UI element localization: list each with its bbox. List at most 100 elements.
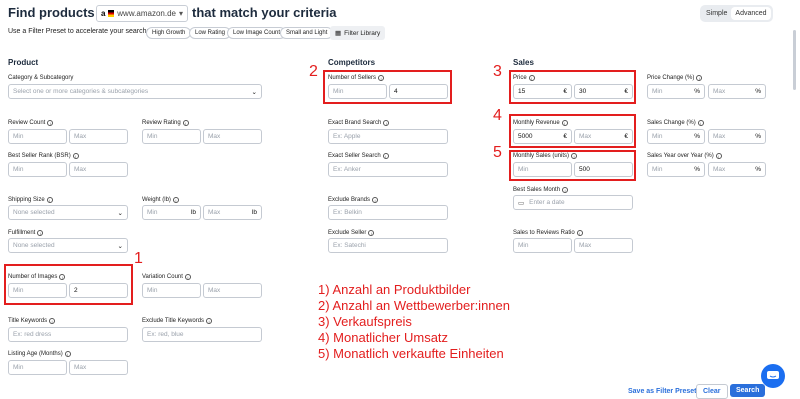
exclude-seller-input[interactable]: Ex: Satechi [328, 238, 448, 253]
info-icon: i [561, 120, 568, 126]
num-sellers-min[interactable]: Min [328, 84, 387, 99]
sales-yoy-max[interactable]: Max% [708, 162, 766, 177]
unit-eur: € [624, 88, 628, 95]
chevron-down-icon: ⌄ [117, 242, 123, 250]
exact-seller-input[interactable]: Ex: Anker [328, 162, 448, 177]
marketplace-select[interactable]: a www.amazon.de ▾ [96, 5, 188, 22]
sales-change-max-placeholder: Max [713, 133, 726, 140]
sales-reviews-min[interactable]: Min [513, 238, 572, 253]
monthly-revenue-min[interactable]: 5000 € [513, 129, 572, 144]
preset-chip-low-rating[interactable]: Low Rating [189, 27, 232, 39]
info-icon: i [37, 230, 44, 236]
exact-brand-input[interactable]: Ex: Apple [328, 129, 448, 144]
unit-pct: % [694, 166, 700, 173]
review-count-min[interactable]: Min [8, 129, 67, 144]
exclude-brands-label: Exclude Brands i [328, 197, 379, 203]
sales-change-label: Sales Change (%) i [647, 120, 704, 126]
mode-simple-tab[interactable]: Simple [702, 7, 731, 20]
chevron-down-icon: ⌄ [117, 209, 123, 217]
mode-advanced-tab[interactable]: Advanced [731, 7, 771, 20]
info-icon: i [571, 153, 578, 159]
preset-chip-small-light[interactable]: Small and Light [280, 27, 334, 39]
sales-reviews-max[interactable]: Max [574, 238, 633, 253]
exclude-seller-label: Exclude Seller i [328, 230, 375, 236]
monthly-revenue-max[interactable]: Max € [574, 129, 633, 144]
chat-widget[interactable] [761, 364, 785, 388]
info-icon: i [172, 197, 179, 203]
annotation-note: 2) Anzahl an Wettbewerber:innen [318, 298, 510, 313]
fulfillment-select[interactable]: None selected ⌄ [8, 238, 128, 253]
save-preset-button[interactable]: Save as Filter Preset [628, 388, 697, 395]
info-icon: i [72, 153, 79, 159]
listing-age-label: Listing Age (Months) i [8, 351, 71, 357]
price-change-max[interactable]: Max% [708, 84, 766, 99]
search-button[interactable]: Search [730, 384, 766, 397]
filter-library-label: Filter Library [344, 29, 381, 37]
sales-change-min-placeholder: Min [652, 133, 663, 140]
sales-change-max[interactable]: Max% [708, 129, 766, 144]
price-max[interactable]: 30 € [574, 84, 633, 99]
monthly-sales-max[interactable]: 500 [574, 162, 633, 177]
category-label-text: Category & Subcategory [8, 75, 74, 81]
listing-age-max[interactable]: Max [69, 360, 128, 375]
preset-chip-low-image-count[interactable]: Low Image Count [227, 27, 287, 39]
shipping-size-text: Shipping Size [8, 197, 45, 203]
exact-brand-label: Exact Brand Search i [328, 120, 390, 126]
review-count-max[interactable]: Max [69, 129, 128, 144]
info-icon: i [206, 318, 213, 324]
unit-eur: € [624, 133, 628, 140]
num-images-max[interactable]: 2 [69, 283, 128, 298]
sales-change-min[interactable]: Min% [647, 129, 705, 144]
exclude-title-keywords-input[interactable]: Ex: red, blue [142, 327, 262, 342]
title-keywords-input[interactable]: Ex: red dress [8, 327, 128, 342]
bsr-min[interactable]: Min [8, 162, 67, 177]
price-change-min[interactable]: Min% [647, 84, 705, 99]
review-rating-min[interactable]: Min [142, 129, 201, 144]
variation-count-max[interactable]: Max [203, 283, 262, 298]
num-images-min[interactable]: Min [8, 283, 67, 298]
unit-lb: lb [190, 209, 196, 216]
category-label: Category & Subcategory [8, 75, 73, 81]
bsr-label: Best Seller Rank (BSR) i [8, 153, 79, 159]
monthly-sales-label: Monthly Sales (units) i [513, 153, 578, 159]
price-min[interactable]: 15 € [513, 84, 572, 99]
chevron-down-icon: ⌄ [251, 88, 257, 96]
exclude-seller-text: Exclude Seller [328, 230, 367, 236]
monthly-sales-text: Monthly Sales (units) [513, 153, 570, 159]
info-icon: i [64, 351, 71, 357]
best-month-placeholder: Enter a date [529, 199, 565, 206]
fulfillment-text: Fulfillment [8, 230, 36, 236]
review-count-label: Review Count i [8, 120, 54, 126]
sales-yoy-min[interactable]: Min% [647, 162, 705, 177]
category-select[interactable]: Select one or more categories & subcateg… [8, 84, 262, 99]
weight-min[interactable]: Min lb [142, 205, 201, 220]
bsr-max[interactable]: Max [69, 162, 128, 177]
annotation-note: 5) Monatlich verkaufte Einheiten [318, 346, 504, 361]
num-images-text: Number of Images [8, 274, 58, 280]
monthly-sales-min[interactable]: Min [513, 162, 572, 177]
filter-library-button[interactable]: ▦ Filter Library [330, 26, 386, 40]
listing-age-min[interactable]: Min [8, 360, 67, 375]
info-icon: i [528, 75, 535, 81]
sales-yoy-max-placeholder: Max [713, 166, 726, 173]
listing-age-text: Listing Age (Months) [8, 351, 63, 357]
sales-yoy-min-placeholder: Min [652, 166, 663, 173]
best-month-input[interactable]: ▭ Enter a date [513, 195, 633, 210]
review-rating-max[interactable]: Max [203, 129, 262, 144]
exclude-title-keywords-text: Exclude Title Keywords [142, 318, 205, 324]
variation-count-min[interactable]: Min [142, 283, 201, 298]
scrollbar-thumb[interactable] [793, 30, 796, 90]
exclude-brands-input[interactable]: Ex: Belkin [328, 205, 448, 220]
num-sellers-max[interactable]: 4 [389, 84, 448, 99]
best-month-text: Best Sales Month [513, 187, 561, 193]
price-text: Price [513, 75, 527, 81]
mode-toggle[interactable]: Simple Advanced [700, 5, 773, 22]
shipping-size-select[interactable]: None selected ⌄ [8, 205, 128, 220]
category-placeholder: Select one or more categories & subcateg… [13, 88, 149, 95]
annotation-number-5: 5 [493, 144, 502, 161]
weight-max[interactable]: Max lb [203, 205, 262, 220]
preset-chip-high-growth[interactable]: High Growth [146, 27, 192, 39]
exact-brand-text: Exact Brand Search [328, 120, 382, 126]
weight-label: Weight (lb) i [142, 197, 179, 203]
annotation-notes: 1) Anzahl an Produktbilder 2) Anzahl an … [318, 282, 510, 362]
